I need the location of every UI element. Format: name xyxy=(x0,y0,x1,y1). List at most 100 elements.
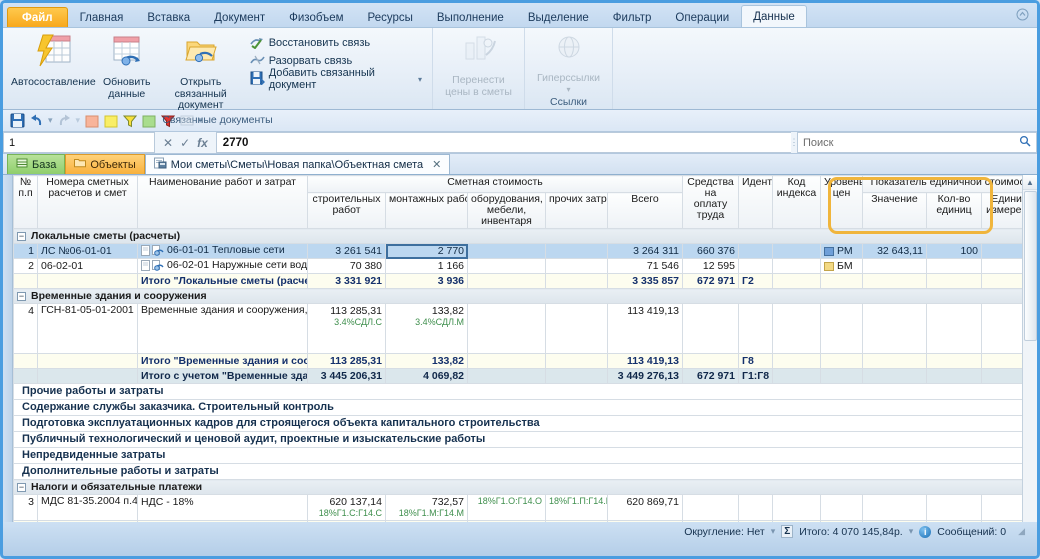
cell-ident[interactable] xyxy=(738,303,773,354)
cell-ident[interactable] xyxy=(738,494,773,521)
collapse-icon[interactable]: − xyxy=(17,231,26,241)
total-caret-icon[interactable]: ▾ xyxy=(909,526,914,537)
cell-unit-value[interactable] xyxy=(862,258,927,274)
cell-installation[interactable]: 1 166 xyxy=(385,258,468,274)
cell-unit-qty[interactable]: 100 xyxy=(926,243,982,259)
col-header-no[interactable]: № п.п xyxy=(13,175,38,229)
cancel-icon[interactable]: ✕ xyxy=(163,136,173,150)
cell-installation[interactable]: 732,57 18%Г1.М:Г14.М xyxy=(385,494,468,521)
cell-ident[interactable] xyxy=(738,258,773,274)
cell-equipment[interactable] xyxy=(467,368,546,384)
cell-unit-value[interactable] xyxy=(862,494,927,521)
redo-icon[interactable] xyxy=(56,112,73,129)
col-header-name[interactable]: Наименование работ и затрат xyxy=(137,175,308,229)
rounding-label[interactable]: Округление: Нет xyxy=(684,526,765,538)
cell-labor[interactable]: 672 971 xyxy=(682,273,739,289)
section-total-row[interactable]: Итого "Временные здания и сооружения" 11… xyxy=(13,353,1037,369)
tab-home[interactable]: Главная xyxy=(68,7,136,27)
hyperlinks-button[interactable]: Гиперссылки ▾ xyxy=(532,31,605,96)
sum-icon[interactable]: Σ xyxy=(781,525,794,538)
cell-ident[interactable] xyxy=(738,243,773,259)
cell-labor[interactable]: 660 376 xyxy=(682,243,739,259)
cell-unit-value[interactable]: 32 643,11 xyxy=(862,243,927,259)
col-header-price-level[interactable]: Уровень цен xyxy=(820,175,863,229)
redo-dropdown-icon[interactable]: ▾ xyxy=(75,115,82,126)
cell-other[interactable] xyxy=(545,303,608,354)
col-header-total[interactable]: Всего xyxy=(607,192,683,229)
cell-name[interactable]: НДС - 18% xyxy=(137,494,308,521)
section-row-customer-service[interactable]: Содержание службы заказчика. Строительны… xyxy=(13,399,1037,416)
cell-other[interactable] xyxy=(545,368,608,384)
group-row-local-estimates[interactable]: − Локальные сметы (расчеты) xyxy=(13,228,1037,244)
cell-unit-qty[interactable] xyxy=(926,494,982,521)
tab-file[interactable]: Файл xyxy=(7,7,68,27)
cell-no[interactable]: 4 xyxy=(13,303,38,354)
group-row-taxes[interactable]: − Налоги и обязательные платежи xyxy=(13,479,1037,495)
cell-price-level[interactable]: РМ xyxy=(820,243,863,259)
cell-total[interactable]: 113 419,13 xyxy=(607,353,683,369)
scroll-up-icon[interactable]: ▲ xyxy=(1023,175,1037,190)
cell-labor[interactable]: 12 595 xyxy=(682,258,739,274)
cell-labor[interactable]: 672 971 xyxy=(682,368,739,384)
cell-no[interactable]: 1 xyxy=(13,243,38,259)
section-row-additional-works[interactable]: Дополнительные работы и затраты xyxy=(13,463,1037,480)
cell-index-code[interactable] xyxy=(772,243,821,259)
cell-other[interactable] xyxy=(545,273,608,289)
cell-unit-qty[interactable] xyxy=(926,303,982,354)
cell-construction[interactable]: 620 137,14 18%Г1.С:Г14.С xyxy=(307,494,386,521)
table-row[interactable]: 3 МДС 81-35.2004 п.4.100 НДС - 18% 620 1… xyxy=(13,494,1037,521)
table-row[interactable]: 1 ЛС №06-01-01 06-01-01 Тепловые сети 3 … xyxy=(13,243,1037,259)
formula-input[interactable]: 2770 xyxy=(215,132,791,153)
tab-resources[interactable]: Ресурсы xyxy=(356,7,425,27)
cell-installation-active[interactable]: 2 770 xyxy=(385,243,468,259)
rounding-caret-icon[interactable]: ▾ xyxy=(771,526,776,537)
restore-link-button[interactable]: Восстановить связь xyxy=(246,34,426,52)
cell-index-code[interactable] xyxy=(772,258,821,274)
cell-no[interactable]: 2 xyxy=(13,258,38,274)
auto-compose-button[interactable]: Автосоставление xyxy=(9,31,98,91)
cell-equipment[interactable] xyxy=(467,303,546,354)
cell-installation[interactable]: 3 936 xyxy=(385,273,468,289)
cell-name[interactable]: 06-01-01 Тепловые сети xyxy=(137,243,308,259)
col-header-numbers[interactable]: Номера сметных расчетов и смет xyxy=(37,175,138,229)
cell-numbers[interactable]: 06-02-01 xyxy=(37,258,138,274)
search-icon[interactable] xyxy=(1019,135,1031,150)
cell-price-level[interactable] xyxy=(820,494,863,521)
section-row-staff-training[interactable]: Подготовка эксплуатационных кадров для с… xyxy=(13,415,1037,432)
section-row-public-audit[interactable]: Публичный технологический и ценовой ауди… xyxy=(13,431,1037,448)
cell-other[interactable]: 18%Г1.П:Г14.П xyxy=(545,494,608,521)
group-row-temporary-buildings[interactable]: − Временные здания и сооружения xyxy=(13,288,1037,304)
cell-equipment[interactable] xyxy=(467,258,546,274)
section-grand-total-row[interactable]: Итого с учетом "Временные здания и соору… xyxy=(13,368,1037,384)
section-total-row[interactable]: Итого "Локальные сметы (расчеты)" 3 331 … xyxy=(13,273,1037,289)
cell-other[interactable] xyxy=(545,353,608,369)
col-header-estimate-cost[interactable]: Сметная стоимость xyxy=(307,175,683,193)
cell-name[interactable]: Временные здания и сооружения, предприят… xyxy=(137,303,308,354)
table-row[interactable]: 4 ГСН-81-05-01-2001 п.1.1 Временные здан… xyxy=(13,303,1037,354)
resize-grip-icon[interactable]: ◢ xyxy=(1018,526,1025,537)
tab-operations[interactable]: Операции xyxy=(663,7,741,27)
hyperlinks-caret-icon[interactable]: ▾ xyxy=(566,85,570,94)
cell-other[interactable] xyxy=(545,243,608,259)
tab-data[interactable]: Данные xyxy=(741,5,807,27)
section-row-contingency[interactable]: Непредвиденные затраты xyxy=(13,447,1037,464)
tab-document[interactable]: Мои сметы\Сметы\Новая папка\Объектная см… xyxy=(144,154,451,174)
col-header-installation[interactable]: монтажных работ xyxy=(385,192,468,229)
table-row[interactable]: 2 06-02-01 06-02-01 Наружные сети водопр… xyxy=(13,258,1037,274)
info-icon[interactable]: i xyxy=(919,525,932,538)
section-row-other-works[interactable]: Прочие работы и затраты xyxy=(13,383,1037,400)
cell-unit-value[interactable] xyxy=(862,303,927,354)
cell-total[interactable]: 3 335 857 xyxy=(607,273,683,289)
cell-equipment[interactable] xyxy=(467,353,546,369)
col-header-other[interactable]: прочих затрат xyxy=(545,192,608,229)
cell-construction[interactable]: 3 331 921 xyxy=(307,273,386,289)
refresh-data-button[interactable]: Обновить данные xyxy=(98,31,156,102)
col-header-ident[interactable]: Идент. xyxy=(738,175,773,229)
tab-insert[interactable]: Вставка xyxy=(135,7,202,27)
cell-labor[interactable] xyxy=(682,303,739,354)
cell-unit-qty[interactable] xyxy=(926,258,982,274)
cell-numbers[interactable]: ГСН-81-05-01-2001 п.1.1 xyxy=(37,303,138,354)
cell-labor[interactable] xyxy=(682,353,739,369)
name-box[interactable]: 1 xyxy=(3,132,155,153)
cell-numbers[interactable]: ЛС №06-01-01 xyxy=(37,243,138,259)
